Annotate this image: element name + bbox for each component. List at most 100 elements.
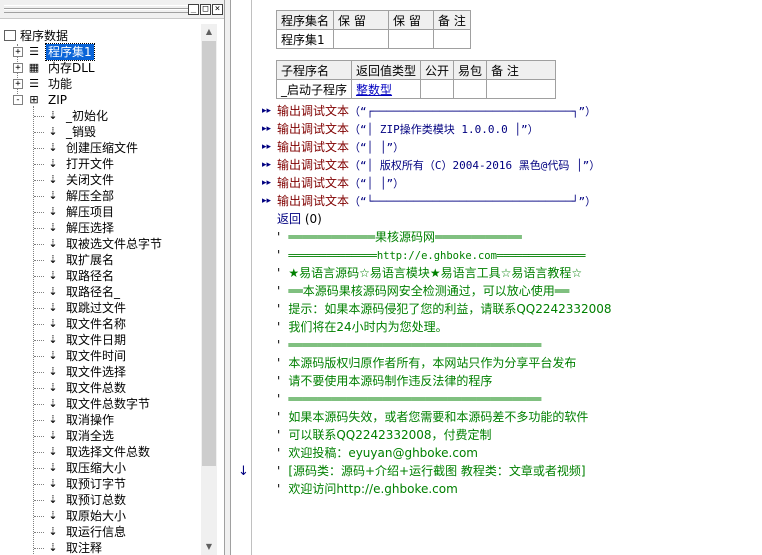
return-line[interactable]: 返回 (0): [277, 210, 322, 228]
tree-item-method[interactable]: ⇣ 解压选择: [0, 220, 200, 236]
string-argument: （“└──────────────────────────────┘”）: [349, 195, 597, 208]
tree-item-method[interactable]: ⇣ 解压项目: [0, 204, 200, 220]
code-line[interactable]: 输出调试文本（“└──────────────────────────────┘…: [277, 192, 596, 210]
scroll-down-button[interactable]: ▼: [201, 539, 217, 555]
table-cell[interactable]: [433, 29, 472, 49]
tree-item-method[interactable]: ⇣ 取路径名_: [0, 284, 200, 300]
comment-line[interactable]: ' 请不要使用本源码制作违反法律的程序: [277, 372, 492, 390]
code-editor[interactable]: ↓ 程序集名 保 留 保 留 备 注 程序集1 子程序名 返回值类型 公开 易包…: [231, 0, 762, 555]
code-line[interactable]: 输出调试文本（“│ ZIP操作类模块 1.0.0.0 │”）: [277, 120, 539, 138]
tree-item-label: 解压项目: [66, 205, 115, 219]
tree-item-method[interactable]: ⇣ 取预订总数: [0, 492, 200, 508]
code-line[interactable]: 输出调试文本（“│ │”）: [277, 138, 404, 156]
return-type-cell[interactable]: 整数型: [351, 79, 422, 99]
tree-item-method[interactable]: ⇣ 关闭文件: [0, 172, 200, 188]
close-button[interactable]: ×: [212, 4, 223, 15]
tree-item-method[interactable]: ⇣ 取运行信息: [0, 524, 200, 540]
tree-item-label: 内存DLL: [48, 61, 95, 75]
assembly-table: 程序集名 保 留 保 留 备 注 程序集1: [275, 10, 472, 49]
statement-marker-icon: ▸▸: [262, 196, 272, 206]
table-cell[interactable]: [388, 29, 435, 49]
comment-line[interactable]: ' ══本源码果核源码网安全检测通过，可以放心使用══: [277, 282, 569, 300]
table-cell[interactable]: [333, 29, 390, 49]
pane-grip[interactable]: [4, 9, 190, 13]
tree-item-label: 取预订总数: [66, 493, 127, 507]
tree-item-method[interactable]: ⇣ 取预订字节: [0, 476, 200, 492]
tree-item-method[interactable]: ⇣ 创建压缩文件: [0, 140, 200, 156]
function-name: 输出调试文本: [277, 158, 350, 172]
assembly-name-cell[interactable]: 程序集1: [275, 29, 335, 49]
subroutine-name-cell[interactable]: _启动子程序: [275, 79, 353, 99]
table-cell[interactable]: [486, 79, 557, 99]
tree-item-method[interactable]: ⇣ _初始化: [0, 108, 200, 124]
tree-item-method[interactable]: ⇣ 取跳过文件: [0, 300, 200, 316]
tree-item-method[interactable]: ⇣ 取消全选: [0, 428, 200, 444]
subroutine-icon: ⇣: [48, 445, 58, 458]
subroutine-icon: ⇣: [48, 509, 58, 522]
tree-item-method[interactable]: ⇣ 取选择文件总数: [0, 444, 200, 460]
return-keyword: 返回: [277, 212, 302, 226]
program-tree[interactable]: 程序数据 + ☰ 程序集1 + ▦ 内存DLL + ☰ 功能 - ⊞ ZIP ⇣…: [0, 24, 200, 555]
tree-item-method[interactable]: ⇣ 取文件时间: [0, 348, 200, 364]
code-line[interactable]: 输出调试文本（“│ │”）: [277, 174, 404, 192]
code-line[interactable]: 输出调试文本（“┌──────────────────────────────┐…: [277, 102, 596, 120]
tree-item-label: 创建压缩文件: [66, 141, 139, 155]
tree-item-method[interactable]: ⇣ 取扩展名: [0, 252, 200, 268]
tree-item-label: 取压缩大小: [66, 461, 127, 475]
comment-line[interactable]: ' 如果本源码失效，或者您需要和本源码差不多功能的软件: [277, 408, 588, 426]
tree-item-method[interactable]: ⇣ 解压全部: [0, 188, 200, 204]
tree-item-label: 取扩展名: [66, 253, 115, 267]
scroll-up-button[interactable]: ▲: [201, 24, 217, 40]
col-header: 保 留: [333, 10, 390, 30]
comment-line[interactable]: ' 欢迎访问http://e.ghboke.com: [277, 480, 458, 498]
comment-line[interactable]: ' ═══════════════════════════════════: [277, 336, 541, 354]
subroutine-icon: ⇣: [48, 317, 58, 330]
maximize-button[interactable]: □: [200, 4, 211, 15]
tree-item-method[interactable]: ⇣ 取文件选择: [0, 364, 200, 380]
expand-button[interactable]: +: [13, 79, 23, 89]
tree-item-method[interactable]: ⇣ 取文件名称: [0, 316, 200, 332]
tree-item-method[interactable]: ⇣ 取注释: [0, 540, 200, 555]
tree-item-function[interactable]: + ☰ 功能: [0, 76, 200, 92]
comment-line[interactable]: ' ════════════果核源码网════════════: [277, 228, 522, 246]
tree-item-method[interactable]: ⇣ 取原始大小: [0, 508, 200, 524]
tree-item-method[interactable]: ⇣ 取压缩大小: [0, 460, 200, 476]
tree-item-method[interactable]: ⇣ 取路径名: [0, 268, 200, 284]
comment-line[interactable]: ' 我们将在24小时内为您处理。: [277, 318, 448, 336]
collapse-button[interactable]: -: [13, 95, 23, 105]
table-cell[interactable]: [453, 79, 488, 99]
tree-item-label: 取注释: [66, 541, 103, 555]
tree-item-method[interactable]: ⇣ 取被选文件总字节: [0, 236, 200, 252]
tree-item-method[interactable]: ⇣ 取文件总数: [0, 380, 200, 396]
minimize-button[interactable]: _: [188, 4, 199, 15]
tree-item-method[interactable]: ⇣ 取消操作: [0, 412, 200, 428]
comment-line[interactable]: ' ══════════════http://e.ghboke.com══════…: [277, 246, 585, 264]
scroll-thumb[interactable]: [202, 41, 216, 466]
expand-button[interactable]: +: [13, 63, 23, 73]
tree-scrollbar[interactable]: ▲ ▼: [201, 24, 217, 555]
subroutine-icon: ⇣: [48, 413, 58, 426]
comment-line[interactable]: ' 提示：如果本源码侵犯了您的利益，请联系QQ2242332008: [277, 300, 612, 318]
tree-item-label: _初始化: [66, 109, 109, 123]
function-name: 输出调试文本: [277, 122, 350, 136]
expand-button[interactable]: +: [13, 47, 23, 57]
comment-line[interactable]: ' 欢迎投稿：eyuyan@ghboke.com: [277, 444, 478, 462]
comment-mark: ': [277, 230, 281, 244]
tree-item-assembly[interactable]: + ☰ 程序集1: [0, 43, 200, 61]
tree-item-method[interactable]: ⇣ _销毁: [0, 124, 200, 140]
tree-item-zip[interactable]: - ⊞ ZIP: [0, 92, 200, 108]
code-line[interactable]: 输出调试文本（“│ 版权所有（C）2004-2016 黑色@代码 │”）: [277, 156, 600, 174]
return-type-link[interactable]: 整数型: [356, 83, 392, 97]
comment-line[interactable]: ' ★易语言源码☆易语言模块★易语言工具☆易语言教程☆: [277, 264, 582, 282]
tree-item-method[interactable]: ⇣ 打开文件: [0, 156, 200, 172]
tree-item-dll[interactable]: + ▦ 内存DLL: [0, 60, 200, 76]
comment-line[interactable]: ' 可以联系QQ2242332008，付费定制: [277, 426, 492, 444]
table-cell[interactable]: [420, 79, 455, 99]
tree-item-method[interactable]: ⇣ 取文件日期: [0, 332, 200, 348]
comment-line[interactable]: ' ═══════════════════════════════════: [277, 390, 541, 408]
comment-line[interactable]: ' [源码类：源码+介绍+运行截图 教程类：文章或者视频]: [277, 462, 586, 480]
tree-item-method[interactable]: ⇣ 取文件总数字节: [0, 396, 200, 412]
comment-line[interactable]: ' 本源码版权归原作者所有，本网站只作为分享平台发布: [277, 354, 576, 372]
col-header: 程序集名: [275, 10, 335, 30]
project-icon: [4, 30, 16, 41]
